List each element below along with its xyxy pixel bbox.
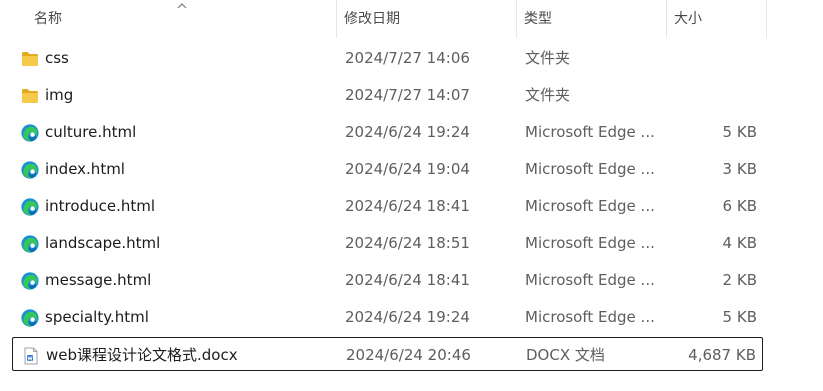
file-name: index.html (45, 160, 125, 178)
file-row[interactable]: index.html 2024/6/24 19:04 Microsoft Edge … (12, 152, 763, 186)
file-type: DOCX 文档 (526, 346, 605, 364)
file-date: 2024/6/24 19:24 (345, 308, 470, 326)
file-row[interactable]: css 2024/7/27 14:06 文件夹 (12, 41, 763, 75)
file-row[interactable]: web课程设计论文格式.docx 2024/6/24 20:46 DOCX 文档 4,… (12, 337, 763, 371)
edge-icon (20, 308, 40, 328)
file-name: img (45, 86, 74, 104)
file-name: specialty.html (45, 308, 149, 326)
file-type: 文件夹 (525, 86, 571, 104)
file-size (667, 41, 757, 75)
file-row[interactable]: landscape.html 2024/6/24 18:51 Microsoft E… (12, 226, 763, 260)
column-name-header[interactable]: 名称 (26, 0, 336, 38)
edge-icon (20, 160, 40, 180)
edge-icon (20, 271, 40, 291)
file-date: 2024/6/24 18:51 (345, 234, 470, 252)
file-row[interactable]: img 2024/7/27 14:07 文件夹 (12, 78, 763, 112)
folder-icon (20, 86, 40, 106)
file-row[interactable]: message.html 2024/6/24 18:41 Microsoft Edg… (12, 263, 763, 297)
file-date: 2024/6/24 19:24 (345, 123, 470, 141)
column-divider[interactable] (766, 0, 767, 38)
file-size: 2 KB (722, 271, 757, 289)
file-size: 4,687 KB (688, 346, 756, 364)
file-date: 2024/6/24 18:41 (345, 197, 470, 215)
file-row[interactable]: introduce.html 2024/6/24 18:41 Microsoft E… (12, 189, 763, 223)
file-name: message.html (45, 271, 152, 289)
file-name: landscape.html (45, 234, 161, 252)
file-size: 6 KB (722, 197, 757, 215)
file-size: 4 KB (722, 234, 757, 252)
docx-icon (21, 346, 41, 366)
file-date: 2024/6/24 20:46 (346, 346, 471, 364)
file-size: 3 KB (722, 160, 757, 178)
file-name: web课程设计论文格式.docx (46, 346, 238, 364)
file-row[interactable]: culture.html 2024/6/24 19:24 Microsoft Edg… (12, 115, 763, 149)
file-name: introduce.html (45, 197, 156, 215)
file-date: 2024/7/27 14:06 (345, 49, 470, 67)
column-size-header[interactable]: 大小 (666, 0, 766, 38)
column-date-header[interactable]: 修改日期 (336, 0, 516, 38)
file-type: Microsoft Edge ... (525, 197, 655, 215)
edge-icon (20, 123, 40, 143)
file-date: 2024/6/24 18:41 (345, 271, 470, 289)
file-type: 文件夹 (525, 49, 571, 67)
file-type: Microsoft Edge ... (525, 123, 655, 141)
file-date: 2024/6/24 19:04 (345, 160, 470, 178)
file-size: 5 KB (722, 123, 757, 141)
column-header: 名称 修改日期 类型 大小 (0, 0, 823, 38)
file-type: Microsoft Edge ... (525, 308, 655, 326)
file-date: 2024/7/27 14:07 (345, 86, 470, 104)
file-type: Microsoft Edge ... (525, 160, 655, 178)
edge-icon (20, 197, 40, 217)
file-name: css (45, 49, 69, 67)
folder-icon (20, 49, 40, 69)
file-type: Microsoft Edge ... (525, 234, 655, 252)
file-size (667, 78, 757, 112)
edge-icon (20, 234, 40, 254)
file-name: culture.html (45, 123, 137, 141)
column-type-header[interactable]: 类型 (516, 0, 666, 38)
file-size: 5 KB (722, 308, 757, 326)
file-type: Microsoft Edge ... (525, 271, 655, 289)
file-row[interactable]: specialty.html 2024/6/24 19:24 Microsoft E… (12, 300, 763, 334)
